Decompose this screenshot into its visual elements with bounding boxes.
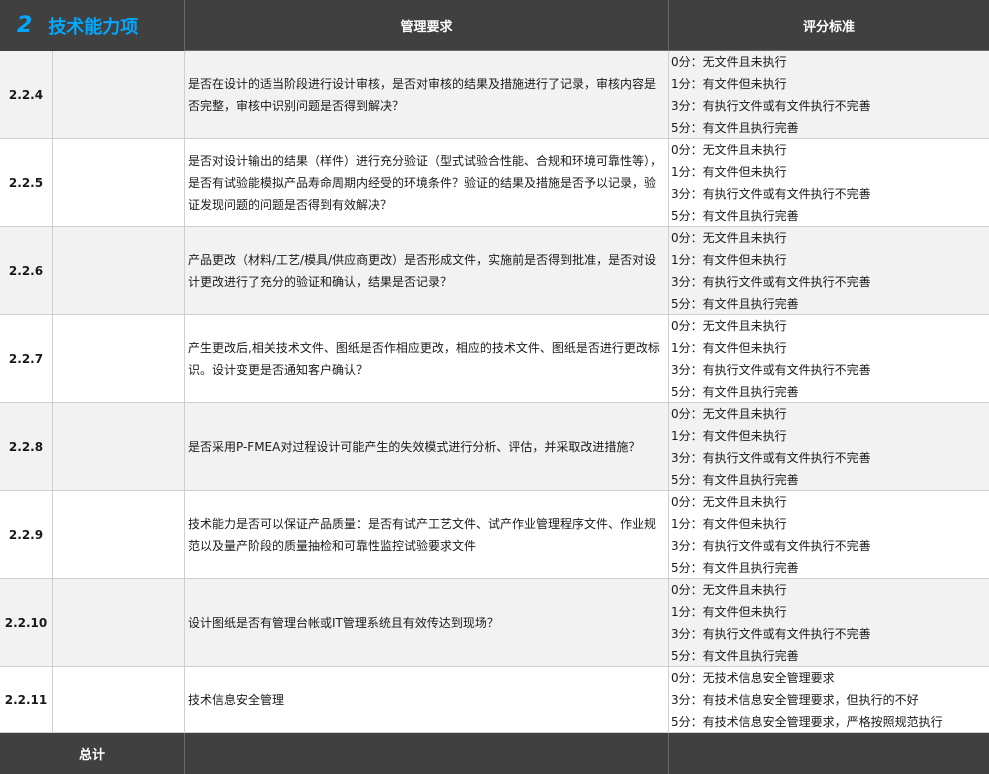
- score-criterion: 3分：有技术信息安全管理要求，但执行的不好: [671, 692, 919, 707]
- score-criterion: 3分：有执行文件或有文件执行不完善: [671, 98, 871, 113]
- score-criterion: 5分：有文件且执行完善: [671, 384, 799, 399]
- empty-cell[interactable]: [53, 315, 185, 403]
- item-id-cell[interactable]: 2.2.7: [0, 315, 53, 403]
- spreadsheet: 2 技术能力项 管理要求 评分标准 2.2.4 是否在设计的适当阶段进行设计审核，…: [0, 0, 989, 774]
- empty-cell[interactable]: [53, 139, 185, 227]
- score-criterion: 0分：无文件且未执行: [671, 582, 787, 597]
- section-number: 2: [17, 13, 33, 38]
- score-criterion: 5分：有技术信息安全管理要求，严格按照规范执行: [671, 714, 943, 729]
- scoring-cell[interactable]: 0分：无文件且未执行 1分：有文件但未执行 3分：有执行文件或有文件执行不完善 5分：…: [669, 579, 989, 667]
- item-id-cell[interactable]: 2.2.9: [0, 491, 53, 579]
- requirement-text: 技术能力是否可以保证产品质量：是否有试产工艺文件、试产作业管理程序文件、作业规范…: [188, 516, 657, 553]
- score-criterion: 0分：无文件且未执行: [671, 54, 787, 69]
- empty-cell[interactable]: [53, 403, 185, 491]
- item-id-cell[interactable]: 2.2.6: [0, 227, 53, 315]
- score-criterion: 0分：无文件且未执行: [671, 318, 787, 333]
- item-id-cell[interactable]: 2.2.8: [0, 403, 53, 491]
- empty-cell[interactable]: [53, 227, 185, 315]
- requirement-cell[interactable]: 产品更改（材料/工艺/模具/供应商更改）是否形成文件，实施前是否得到批准，是否对…: [185, 227, 669, 315]
- score-criterion: 1分：有文件但未执行: [671, 164, 787, 179]
- total-label-cell[interactable]: 总计: [0, 733, 185, 774]
- footer-row: 总计: [0, 733, 989, 774]
- table-row: 2.2.4 是否在设计的适当阶段进行设计审核，是否对审核的结果及措施进行了记录，审…: [0, 51, 989, 139]
- table-row: 2.2.7 产生更改后,相关技术文件、图纸是否作相应更改，相应的技术文件、图纸是否…: [0, 315, 989, 403]
- requirement-text: 技术信息安全管理: [188, 692, 285, 707]
- section-title-cell[interactable]: 2 技术能力项: [0, 0, 185, 51]
- score-criterion: 5分：有文件且执行完善: [671, 648, 799, 663]
- table-row: 2.2.11 技术信息安全管理 0分：无技术信息安全管理要求 3分：有技术信息安全管理…: [0, 667, 989, 733]
- table-row: 2.2.6 产品更改（材料/工艺/模具/供应商更改）是否形成文件，实施前是否得到批…: [0, 227, 989, 315]
- scoring-cell[interactable]: 0分：无文件且未执行 1分：有文件但未执行 3分：有执行文件或有文件执行不完善 5分：…: [669, 403, 989, 491]
- empty-cell[interactable]: [53, 51, 185, 139]
- table-row: 2.2.10 设计图纸是否有管理台帐或IT管理系统且有效传达到现场？ 0分：无文件且…: [0, 579, 989, 667]
- requirement-cell[interactable]: 技术信息安全管理: [185, 667, 669, 733]
- total-requirement-cell[interactable]: [185, 733, 669, 774]
- score-criterion: 0分：无文件且未执行: [671, 142, 787, 157]
- scoring-cell[interactable]: 0分：无技术信息安全管理要求 3分：有技术信息安全管理要求，但执行的不好 5分：有技…: [669, 667, 989, 733]
- score-criterion: 1分：有文件但未执行: [671, 516, 787, 531]
- table-row: 2.2.8 是否采用P-FMEA对过程设计可能产生的失效模式进行分析、评估，并采取…: [0, 403, 989, 491]
- table-row: 2.2.5 是否对设计输出的结果（样件）进行充分验证（型式试验合性能、合规和环境可…: [0, 139, 989, 227]
- requirement-text: 是否在设计的适当阶段进行设计审核，是否对审核的结果及措施进行了记录，审核内容是否…: [188, 76, 657, 113]
- score-criterion: 5分：有文件且执行完善: [671, 296, 799, 311]
- item-id-cell[interactable]: 2.2.4: [0, 51, 53, 139]
- score-criterion: 3分：有执行文件或有文件执行不完善: [671, 362, 871, 377]
- score-criterion: 5分：有文件且执行完善: [671, 560, 799, 575]
- scoring-cell[interactable]: 0分：无文件且未执行 1分：有文件但未执行 3分：有执行文件或有文件执行不完善 5分：…: [669, 227, 989, 315]
- scoring-cell[interactable]: 0分：无文件且未执行 1分：有文件但未执行 3分：有执行文件或有文件执行不完善 5分：…: [669, 315, 989, 403]
- scoring-cell[interactable]: 0分：无文件且未执行 1分：有文件但未执行 3分：有执行文件或有文件执行不完善 5分：…: [669, 139, 989, 227]
- requirement-cell[interactable]: 技术能力是否可以保证产品质量：是否有试产工艺文件、试产作业管理程序文件、作业规范…: [185, 491, 669, 579]
- item-id-cell[interactable]: 2.2.11: [0, 667, 53, 733]
- score-criterion: 0分：无文件且未执行: [671, 406, 787, 421]
- score-criterion: 5分：有文件且执行完善: [671, 120, 799, 135]
- score-criterion: 0分：无文件且未执行: [671, 494, 787, 509]
- score-criterion: 5分：有文件且执行完善: [671, 208, 799, 223]
- requirement-text: 设计图纸是否有管理台帐或IT管理系统且有效传达到现场？: [188, 615, 499, 630]
- table-row: 2.2.9 技术能力是否可以保证产品质量：是否有试产工艺文件、试产作业管理程序文件…: [0, 491, 989, 579]
- item-id-cell[interactable]: 2.2.10: [0, 579, 53, 667]
- requirement-cell[interactable]: 产生更改后,相关技术文件、图纸是否作相应更改，相应的技术文件、图纸是否进行更改标…: [185, 315, 669, 403]
- score-criterion: 1分：有文件但未执行: [671, 252, 787, 267]
- empty-cell[interactable]: [53, 579, 185, 667]
- score-criterion: 5分：有文件且执行完善: [671, 472, 799, 487]
- score-criterion: 1分：有文件但未执行: [671, 340, 787, 355]
- requirement-cell[interactable]: 是否采用P-FMEA对过程设计可能产生的失效模式进行分析、评估，并采取改进措施？: [185, 403, 669, 491]
- requirement-text: 是否对设计输出的结果（样件）进行充分验证（型式试验合性能、合规和环境可靠性等），…: [188, 153, 663, 212]
- requirement-text: 产品更改（材料/工艺/模具/供应商更改）是否形成文件，实施前是否得到批准，是否对…: [188, 252, 657, 289]
- scoring-cell[interactable]: 0分：无文件且未执行 1分：有文件但未执行 3分：有执行文件或有文件执行不完善 5分：…: [669, 491, 989, 579]
- score-criterion: 1分：有文件但未执行: [671, 604, 787, 619]
- item-id-cell[interactable]: 2.2.5: [0, 139, 53, 227]
- score-criterion: 1分：有文件但未执行: [671, 428, 787, 443]
- score-criterion: 1分：有文件但未执行: [671, 76, 787, 91]
- requirement-text: 产生更改后,相关技术文件、图纸是否作相应更改，相应的技术文件、图纸是否进行更改标…: [188, 340, 660, 377]
- requirement-cell[interactable]: 设计图纸是否有管理台帐或IT管理系统且有效传达到现场？: [185, 579, 669, 667]
- score-criterion: 3分：有执行文件或有文件执行不完善: [671, 186, 871, 201]
- requirement-text: 是否采用P-FMEA对过程设计可能产生的失效模式进行分析、评估，并采取改进措施？: [188, 439, 641, 454]
- score-criterion: 3分：有执行文件或有文件执行不完善: [671, 274, 871, 289]
- empty-cell[interactable]: [53, 667, 185, 733]
- scoring-cell[interactable]: 0分：无文件且未执行 1分：有文件但未执行 3分：有执行文件或有文件执行不完善 5分：…: [669, 51, 989, 139]
- empty-cell[interactable]: [53, 491, 185, 579]
- column-header-scoring[interactable]: 评分标准: [669, 0, 989, 51]
- score-criterion: 0分：无技术信息安全管理要求: [671, 670, 835, 685]
- column-header-requirement[interactable]: 管理要求: [185, 0, 669, 51]
- total-score-cell[interactable]: [669, 733, 989, 774]
- requirement-cell[interactable]: 是否在设计的适当阶段进行设计审核，是否对审核的结果及措施进行了记录，审核内容是否…: [185, 51, 669, 139]
- section-title: 技术能力项: [48, 16, 139, 38]
- score-criterion: 3分：有执行文件或有文件执行不完善: [671, 450, 871, 465]
- score-criterion: 0分：无文件且未执行: [671, 230, 787, 245]
- score-criterion: 3分：有执行文件或有文件执行不完善: [671, 538, 871, 553]
- requirement-cell[interactable]: 是否对设计输出的结果（样件）进行充分验证（型式试验合性能、合规和环境可靠性等），…: [185, 139, 669, 227]
- score-criterion: 3分：有执行文件或有文件执行不完善: [671, 626, 871, 641]
- header-row: 2 技术能力项 管理要求 评分标准: [0, 0, 989, 51]
